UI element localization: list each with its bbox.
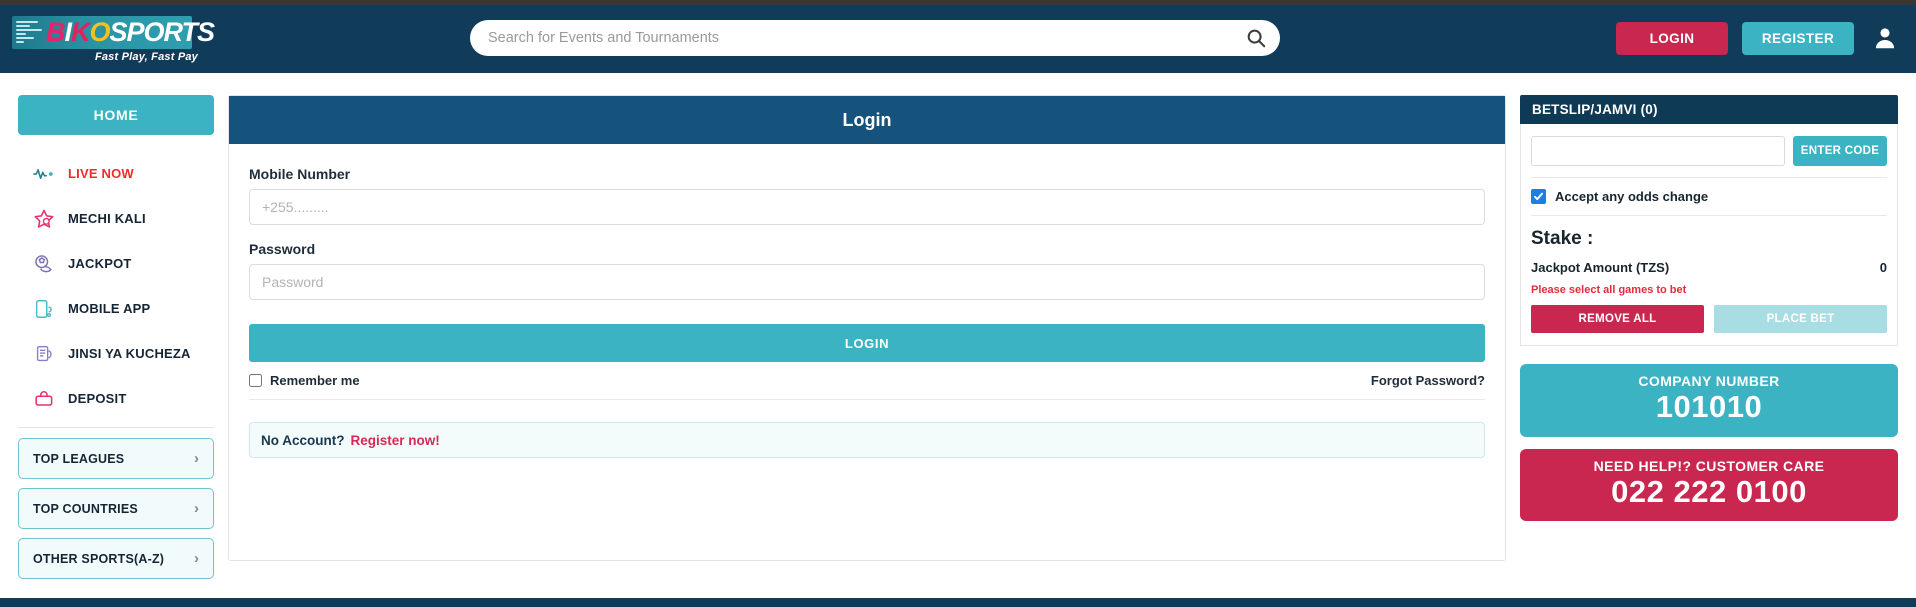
logo-box: BIKOSPORTS — [12, 15, 215, 49]
sidebar-item-mechi-kali[interactable]: MECHI KALI — [18, 196, 214, 241]
logo-wordmark: BIKOSPORTS — [46, 16, 216, 47]
promo-customer-care: NEED HELP!? CUSTOMER CARE 022 222 0100 — [1520, 448, 1898, 522]
jackpot-amount-label: Jackpot Amount (TZS) — [1531, 260, 1670, 275]
remember-me-checkbox[interactable] — [249, 374, 262, 387]
user-icon — [1875, 28, 1895, 49]
header-actions: LOGIN REGISTER — [1616, 21, 1902, 55]
page-body: HOME LIVE NOW MECHI KALI JACKPOT MOBILE … — [0, 73, 1916, 587]
password-input[interactable] — [249, 264, 1485, 300]
remember-me-label: Remember me — [270, 373, 360, 388]
accordion-label-other-sports: OTHER SPORTS(A-Z) — [33, 551, 165, 566]
chevron-right-icon: › — [194, 450, 199, 467]
football-icon — [32, 253, 56, 275]
search-input[interactable] — [470, 30, 1232, 46]
right-sidebar: BETSLIP/JAMVI (0) ENTER CODE Accept any … — [1520, 95, 1898, 587]
left-sidebar: HOME LIVE NOW MECHI KALI JACKPOT MOBILE … — [18, 95, 214, 587]
brand-logo[interactable]: BIKOSPORTS Fast Play, Fast Pay — [12, 15, 215, 63]
promo-care-number-value: 022 222 0100 — [1611, 473, 1807, 509]
jackpot-amount-row: Jackpot Amount (TZS) 0 — [1531, 260, 1887, 275]
remember-row: Remember me Forgot Password? — [249, 362, 1485, 400]
sidebar-label-mobile-app: MOBILE APP — [68, 301, 151, 316]
wallet-icon — [32, 389, 56, 409]
remove-all-button[interactable]: REMOVE ALL — [1531, 305, 1704, 333]
promo-company-number: COMPANY NUMBER 101010 — [1520, 364, 1898, 437]
sidebar-label-deposit: DEPOSIT — [68, 391, 127, 406]
pulse-icon — [32, 166, 56, 182]
search-icon — [1247, 29, 1266, 48]
promo-company-title: COMPANY NUMBER — [1638, 373, 1780, 389]
search-bar — [470, 20, 1280, 56]
no-account-banner: No Account? Register now! — [249, 422, 1485, 458]
sidebar-item-jackpot[interactable]: JACKPOT — [18, 241, 214, 286]
sidebar-accordion-top-leagues[interactable]: TOP LEAGUES › — [18, 438, 214, 479]
how-to-play-icon — [32, 343, 56, 365]
accept-odds-checkbox[interactable] — [1531, 189, 1546, 204]
speed-lines-icon — [16, 21, 42, 43]
logo-tagline: Fast Play, Fast Pay — [94, 50, 198, 63]
login-form: Mobile Number Password LOGIN Remember me… — [229, 144, 1505, 458]
footer-strip — [0, 598, 1916, 607]
logo-letter-k: K — [71, 16, 90, 47]
place-bet-button[interactable]: PLACE BET — [1714, 305, 1887, 333]
chevron-right-icon: › — [194, 550, 199, 567]
login-submit-button[interactable]: LOGIN — [249, 324, 1485, 362]
sidebar-item-mobile-app[interactable]: MOBILE APP — [18, 286, 214, 331]
betslip-warning: Please select all games to bet — [1531, 284, 1687, 296]
sidebar-label-jackpot: JACKPOT — [68, 256, 132, 271]
no-account-question: No Account? — [261, 432, 345, 448]
mobile-number-input[interactable] — [249, 189, 1485, 225]
sidebar-accordion-other-sports[interactable]: OTHER SPORTS(A-Z) › — [18, 538, 214, 579]
sidebar-item-jinsi-ya-kucheza[interactable]: JINSI YA KUCHEZA — [18, 331, 214, 376]
search-button[interactable] — [1232, 20, 1280, 56]
accordion-label-top-countries: TOP COUNTRIES — [33, 501, 138, 516]
promo-care-title: NEED HELP!? CUSTOMER CARE — [1593, 457, 1825, 474]
jackpot-amount-value: 0 — [1879, 260, 1887, 275]
chevron-right-icon: › — [194, 500, 199, 517]
enter-code-button[interactable]: ENTER CODE — [1793, 136, 1887, 166]
betslip-code-input[interactable] — [1531, 136, 1785, 166]
login-panel-title: Login — [229, 96, 1505, 144]
register-now-link[interactable]: Register now! — [351, 433, 440, 448]
app-root: BIKOSPORTS Fast Play, Fast Pay LOGIN REG… — [0, 0, 1916, 607]
mobile-number-label: Mobile Number — [249, 166, 351, 182]
sidebar-item-home[interactable]: HOME — [18, 95, 214, 135]
sidebar-accordion-top-countries[interactable]: TOP COUNTRIES › — [18, 488, 214, 529]
field-spacer — [249, 225, 1485, 241]
sidebar-label-live-now: LIVE NOW — [68, 166, 134, 181]
betslip-card: ENTER CODE Accept any odds change Stake … — [1520, 124, 1898, 346]
account-button[interactable] — [1868, 21, 1902, 55]
remember-me-group[interactable]: Remember me — [249, 373, 360, 388]
star-icon — [32, 208, 56, 230]
main-content: Login Mobile Number Password LOGIN Remem… — [228, 95, 1506, 587]
sidebar-nav: LIVE NOW MECHI KALI JACKPOT MOBILE APP J… — [18, 151, 214, 421]
accordion-label-top-leagues: TOP LEAGUES — [33, 451, 125, 466]
accept-odds-row[interactable]: Accept any odds change — [1531, 189, 1887, 204]
header-login-button[interactable]: LOGIN — [1616, 21, 1728, 55]
header-register-button[interactable]: REGISTER — [1742, 21, 1854, 55]
betslip-actions: REMOVE ALL PLACE BET — [1531, 305, 1887, 333]
stake-label: Stake : — [1531, 228, 1594, 249]
accept-odds-label: Accept any odds change — [1555, 189, 1709, 204]
sidebar-divider — [18, 427, 214, 428]
betslip-divider — [1531, 177, 1887, 178]
check-icon — [1534, 192, 1543, 201]
forgot-password-link[interactable]: Forgot Password? — [1371, 373, 1485, 388]
sidebar-label-mechi-kali: MECHI KALI — [68, 211, 146, 226]
login-panel: Login Mobile Number Password LOGIN Remem… — [228, 95, 1506, 561]
password-label: Password — [249, 241, 316, 257]
logo-letter-b: B — [46, 16, 65, 47]
betslip-code-row: ENTER CODE — [1531, 136, 1887, 166]
betslip-divider-2 — [1531, 215, 1887, 216]
logo-letter-o: O — [89, 16, 111, 47]
promo-company-number-value: 101010 — [1655, 389, 1763, 424]
betslip-title: BETSLIP/JAMVI (0) — [1520, 95, 1898, 124]
sidebar-item-deposit[interactable]: DEPOSIT — [18, 376, 214, 421]
logo-word-sports: SPORTS — [109, 16, 216, 47]
sidebar-item-live-now[interactable]: LIVE NOW — [18, 151, 214, 196]
site-header: BIKOSPORTS Fast Play, Fast Pay LOGIN REG… — [0, 5, 1916, 73]
sidebar-label-jinsi-ya-kucheza: JINSI YA KUCHEZA — [68, 346, 191, 361]
mobile-icon — [32, 298, 56, 320]
